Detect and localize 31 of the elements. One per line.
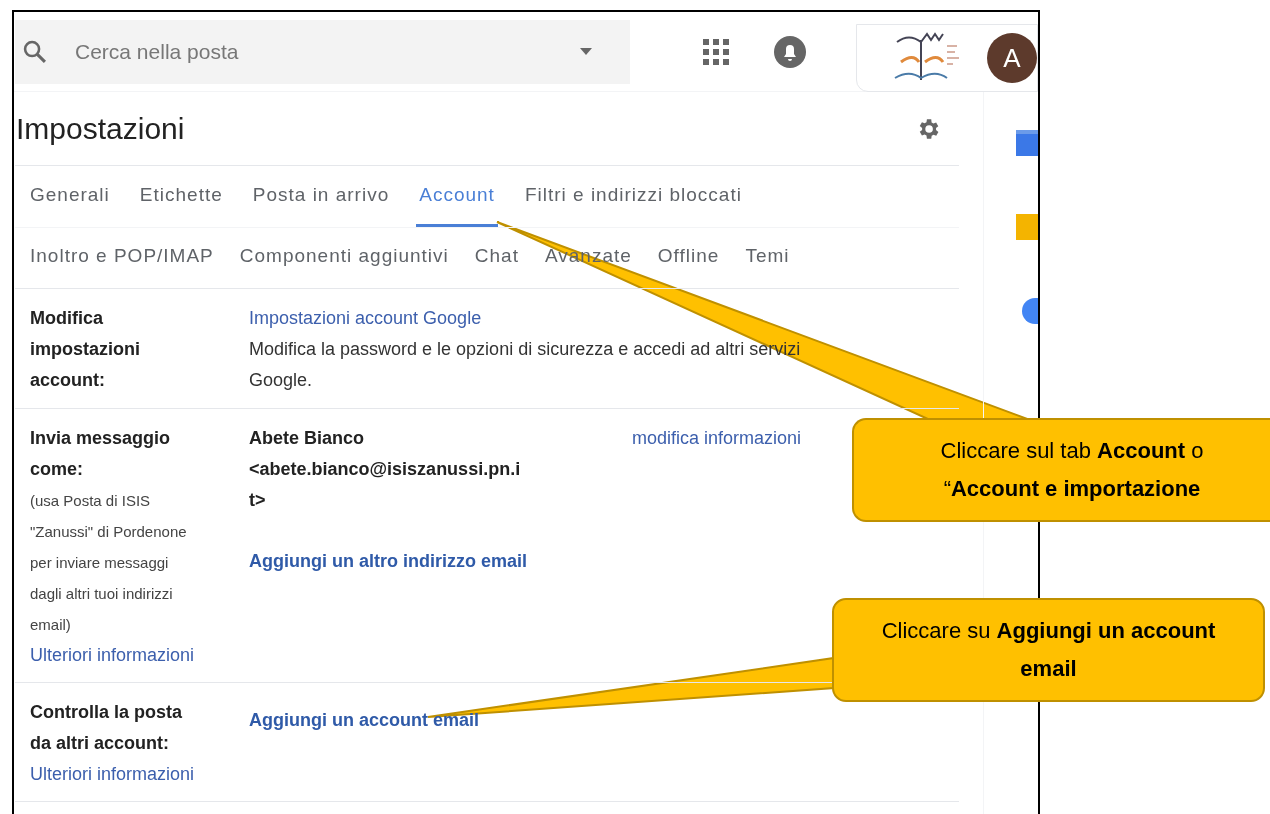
avatar[interactable]: A <box>987 33 1037 83</box>
apps-grid-icon[interactable] <box>703 38 729 65</box>
more-info-link[interactable]: Ulteriori informazioni <box>30 759 195 789</box>
tab[interactable]: Filtri e indirizzi bloccati <box>521 166 745 227</box>
tab[interactable]: Chat <box>471 228 522 288</box>
sender-name: Abete Bianco <box>249 427 365 450</box>
tab[interactable]: Etichette <box>136 166 226 227</box>
tab[interactable]: Offline <box>654 228 723 288</box>
add-email-link[interactable]: Aggiungi un altro indirizzo email <box>249 546 527 577</box>
tab[interactable]: Account <box>416 166 498 227</box>
page-title: Impostazioni <box>15 111 185 147</box>
bell-icon[interactable] <box>774 35 806 68</box>
edit-info-link[interactable]: modifica informazioni <box>632 423 802 454</box>
tab[interactable]: Generali <box>27 166 113 227</box>
callout-bubble: Cliccare su Aggiungi un account email <box>832 598 1265 702</box>
more-info-link[interactable]: Ulteriori informazioni <box>30 640 195 670</box>
sender-email: <abete.bianco@isiszanussi.pn.it> <box>249 458 521 512</box>
setting-label: Invia messaggio come: <box>30 427 172 481</box>
search-bar[interactable]: Cerca nella posta <box>15 19 630 84</box>
tab[interactable]: Componenti aggiuntivi <box>236 228 452 288</box>
setting-note: (usa Posta di ISIS "Zanussi" di Pordenone per inviare messaggi dagli altri tuoi indirizzi email) <box>30 491 188 635</box>
setting-label: Modifica impostazioni account: <box>30 307 141 392</box>
google-account-link[interactable]: Impostazioni account Google <box>249 303 482 334</box>
caret-icon[interactable] <box>580 48 592 55</box>
search-field[interactable]: Cerca nella posta <box>75 35 580 68</box>
tab[interactable]: Temi <box>742 228 793 288</box>
setting-label: Controlla la posta da altri account: <box>30 701 183 755</box>
tab[interactable]: Posta in arrivo <box>249 166 393 227</box>
tab[interactable]: Inoltro e POP/IMAP <box>27 228 217 288</box>
add-email-link[interactable]: Aggiungi un account email <box>249 705 479 736</box>
callout-bubble: Cliccare sul tab Account o “Account e importazione <box>852 418 1270 522</box>
